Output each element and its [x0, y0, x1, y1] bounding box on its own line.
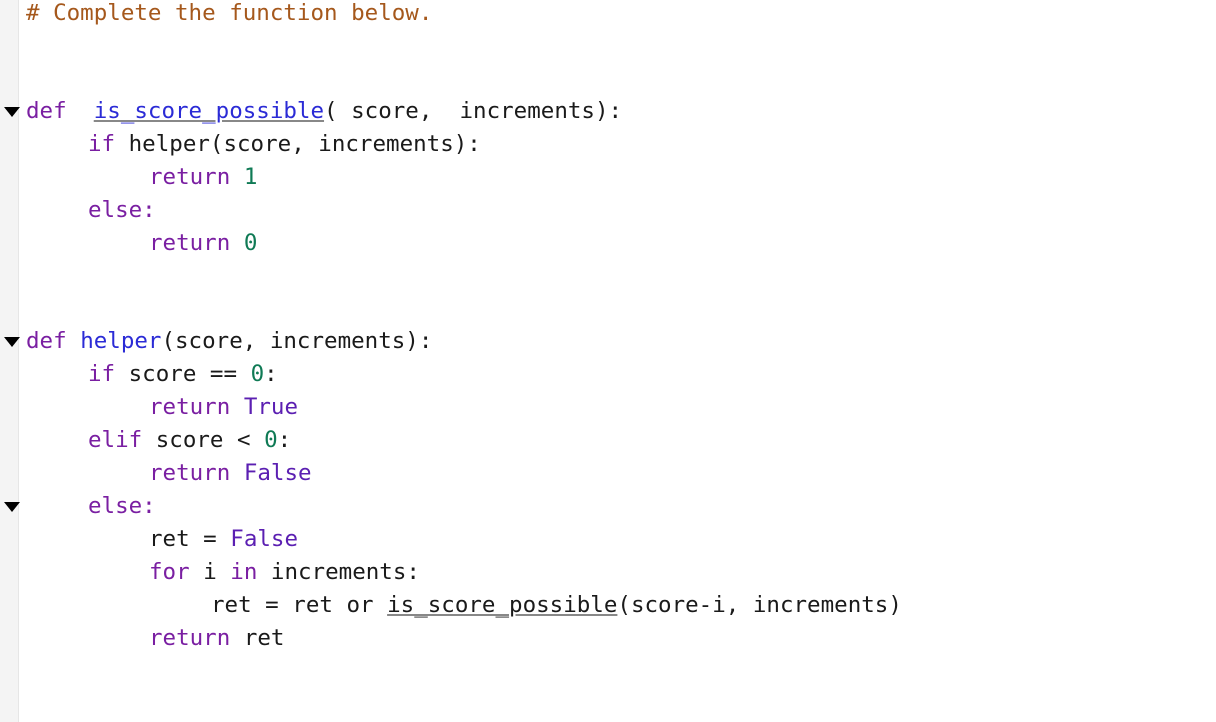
- recursive-call-name: is_score_possible: [387, 592, 618, 618]
- return-value: ret: [243, 625, 285, 651]
- code-line-ret-or[interactable]: ret = ret or is_score_possible(score-i, …: [211, 589, 902, 622]
- code-line-for-loop[interactable]: for i in increments:: [149, 556, 420, 589]
- assign-text: ret = ret or: [211, 592, 374, 618]
- code-line-else[interactable]: else:: [88, 194, 156, 227]
- code-line-return-true[interactable]: return True: [149, 391, 298, 424]
- params-part: increments):: [459, 98, 623, 124]
- fold-toggle-icon[interactable]: [4, 107, 20, 117]
- code-line-return-0[interactable]: return 0: [149, 227, 257, 260]
- code-line-def-helper[interactable]: def helper(score, increments):: [26, 325, 432, 358]
- code-line-else[interactable]: else:: [88, 490, 156, 523]
- keyword-else: else:: [88, 493, 156, 519]
- params-part: (score, increments):: [161, 328, 433, 354]
- code-line-return-false[interactable]: return False: [149, 457, 312, 490]
- call-args: (score-i, increments): [617, 592, 902, 618]
- iterable-text: increments:: [270, 559, 420, 585]
- keyword-else: else:: [88, 197, 156, 223]
- code-line-def-is-score-possible[interactable]: def is_score_possible( score, increments…: [26, 95, 622, 128]
- comment-text: # Complete the function below.: [26, 0, 433, 26]
- constant-true: True: [243, 394, 299, 420]
- number-literal: 0: [264, 427, 278, 453]
- expr-text: score <: [155, 427, 251, 453]
- number-literal: 0: [243, 230, 258, 256]
- keyword-def: def: [26, 98, 67, 124]
- code-line-if-score-zero[interactable]: if score == 0:: [88, 358, 278, 391]
- code-line-return-1[interactable]: return 1: [149, 161, 257, 194]
- keyword-return: return: [149, 394, 231, 420]
- fold-toggle-icon[interactable]: [4, 337, 20, 347]
- code-line-comment[interactable]: # Complete the function below.: [26, 0, 432, 30]
- code-line-if-helper[interactable]: if helper(score, increments):: [88, 128, 481, 161]
- params-part: ( score,: [324, 98, 433, 124]
- colon: :: [277, 427, 292, 453]
- code-line-ret-false[interactable]: ret = False: [149, 523, 298, 556]
- number-literal: 1: [243, 164, 258, 190]
- loop-var: i: [203, 559, 217, 585]
- constant-false: False: [230, 526, 299, 552]
- code-editor[interactable]: # Complete the function below. def is_sc…: [0, 0, 1216, 722]
- keyword-elif: elif: [88, 427, 143, 453]
- keyword-def: def: [26, 328, 67, 354]
- fold-toggle-icon[interactable]: [4, 502, 20, 512]
- keyword-in: in: [230, 559, 258, 585]
- call-text: helper(score, increments):: [128, 131, 481, 157]
- assign-text: ret =: [149, 526, 217, 552]
- keyword-if: if: [88, 361, 116, 387]
- colon: :: [264, 361, 278, 387]
- keyword-return: return: [149, 625, 231, 651]
- keyword-return: return: [149, 460, 231, 486]
- number-literal: 0: [250, 361, 265, 387]
- keyword-if: if: [88, 131, 116, 157]
- expr-text: score ==: [128, 361, 238, 387]
- code-line-return-ret[interactable]: return ret: [149, 622, 284, 655]
- function-name: helper: [80, 328, 162, 354]
- keyword-return: return: [149, 230, 231, 256]
- code-line-elif[interactable]: elif score < 0:: [88, 424, 291, 457]
- function-name: is_score_possible: [93, 98, 325, 124]
- keyword-return: return: [149, 164, 231, 190]
- constant-false: False: [243, 460, 312, 486]
- keyword-for: for: [149, 559, 190, 585]
